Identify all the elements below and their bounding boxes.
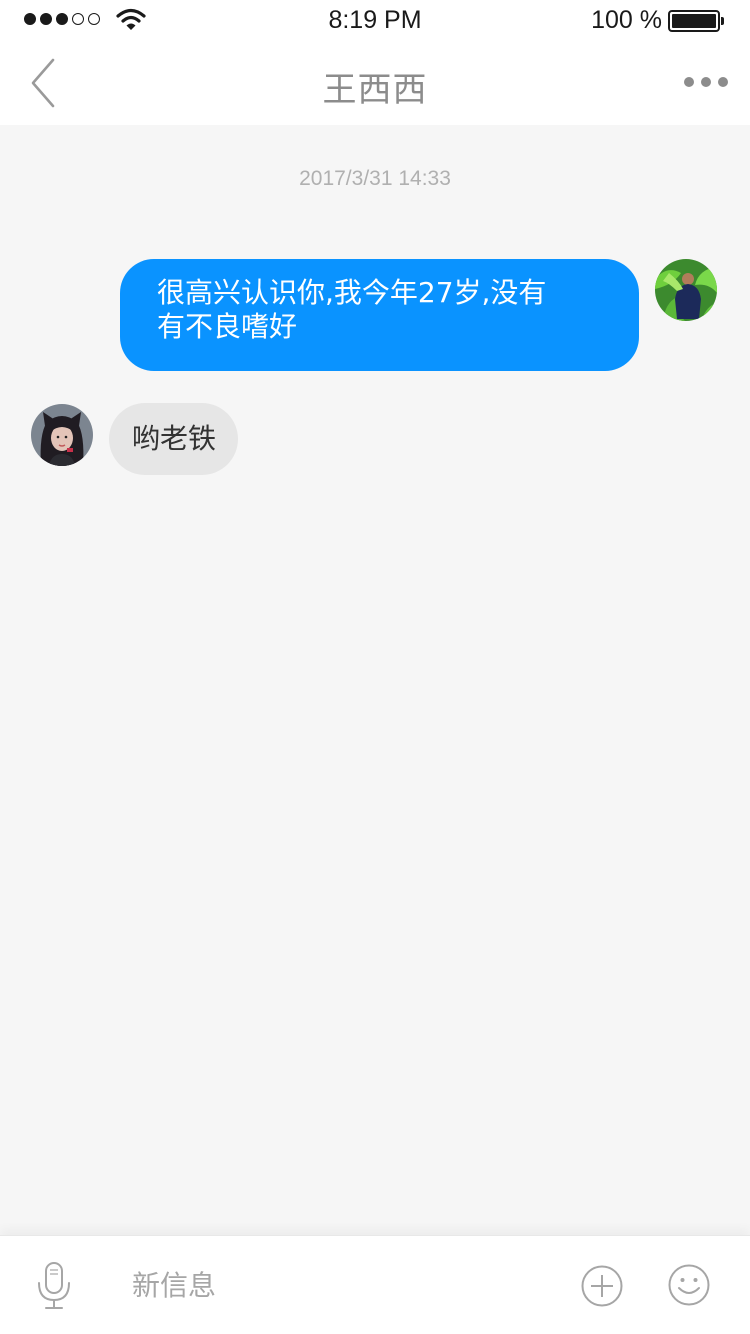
message-timestamp: 2017/3/31 14:33 xyxy=(299,167,451,190)
more-dots-icon xyxy=(684,77,694,87)
battery-icon xyxy=(668,10,724,32)
message-input[interactable] xyxy=(132,1262,532,1308)
contact-avatar[interactable] xyxy=(31,404,93,466)
microphone-icon xyxy=(38,1262,70,1309)
smiley-icon xyxy=(668,1264,710,1306)
emoji-button[interactable] xyxy=(667,1263,711,1307)
message-list[interactable]: 2017/3/31 14:33 很高兴认识你,我今年27岁,没有 有不良嗜好 哟… xyxy=(0,125,750,1235)
battery-percent: 100 % xyxy=(591,6,662,34)
my-avatar[interactable] xyxy=(655,259,717,321)
plus-circle-icon xyxy=(581,1265,623,1307)
more-button[interactable] xyxy=(684,70,728,94)
message-input-bar xyxy=(0,1235,750,1334)
outgoing-message-bubble[interactable]: 很高兴认识你,我今年27岁,没有 有不良嗜好 xyxy=(120,259,639,371)
page-title: 王西西 xyxy=(322,70,428,110)
chat-screen: 8:19 PM 100 % 王西西 2017/3/31 14:33 很高兴认识你… xyxy=(0,0,750,1334)
nav-bar: 王西西 xyxy=(0,42,750,125)
add-attachment-button[interactable] xyxy=(580,1264,624,1308)
status-bar: 8:19 PM 100 % xyxy=(0,0,750,42)
voice-input-button[interactable] xyxy=(34,1260,74,1312)
incoming-message-bubble[interactable]: 哟老铁 xyxy=(109,403,239,475)
